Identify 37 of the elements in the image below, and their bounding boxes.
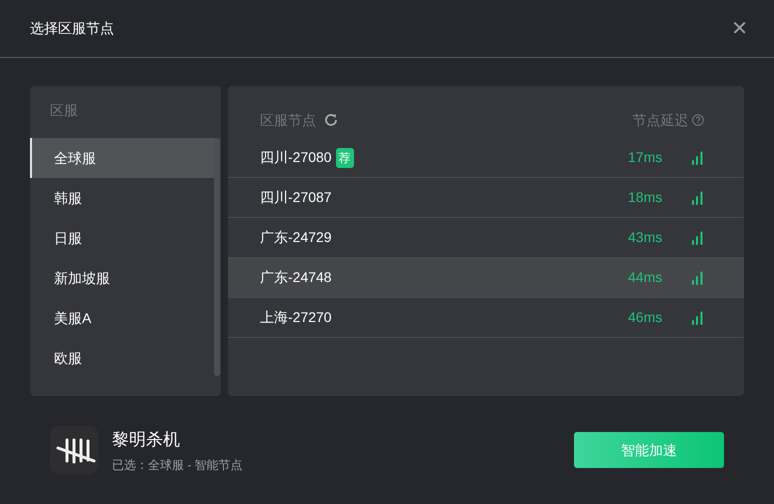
latency-value: 43ms	[628, 228, 664, 247]
column-heading: 区服节点	[260, 110, 316, 130]
signal-icon	[691, 190, 704, 204]
latency-value: 17ms	[628, 148, 664, 167]
game-title: 黎明杀机	[112, 428, 181, 450]
latency-value: 18ms	[628, 188, 664, 207]
region-item[interactable]: 新加坡服	[30, 258, 215, 298]
node-name: 广东-24729	[260, 228, 332, 247]
refresh-icon[interactable]	[323, 112, 339, 128]
region-item[interactable]: 欧服	[30, 338, 215, 378]
game-logo-icon	[50, 426, 98, 474]
selection-text: 已选：全球服 - 智能节点	[112, 456, 243, 474]
close-button[interactable]: ✕	[731, 18, 748, 38]
region-item[interactable]: 韩服	[30, 178, 215, 218]
signal-icon	[691, 310, 704, 324]
node-row[interactable]: 广东-24748 44ms	[228, 258, 744, 298]
region-item[interactable]: 全球服	[30, 138, 215, 178]
node-name: 广东-24748	[260, 268, 332, 287]
node-name: 上海-27270	[260, 308, 332, 327]
node-name: 四川-27087	[260, 188, 332, 207]
signal-icon	[691, 270, 704, 284]
panel-heading: 区服	[50, 102, 78, 118]
scrollbar[interactable]	[214, 138, 220, 376]
latency-value: 44ms	[628, 268, 664, 287]
node-row[interactable]: 四川-27080 荐 17ms	[228, 138, 744, 178]
column-heading: 节点延迟	[632, 110, 688, 130]
region-item[interactable]: 日服	[30, 218, 215, 258]
signal-icon	[691, 150, 704, 164]
node-row[interactable]: 四川-27087 18ms	[228, 178, 744, 218]
window-title: 选择区服节点	[30, 19, 114, 38]
signal-icon	[691, 230, 704, 244]
node-row[interactable]: 上海-27270 46ms	[228, 298, 744, 338]
node-name: 四川-27080	[260, 148, 332, 167]
help-icon[interactable]	[692, 114, 704, 126]
recommended-tag: 荐	[336, 148, 354, 168]
latency-value: 46ms	[628, 308, 664, 327]
region-item[interactable]: 美服A	[30, 298, 215, 338]
